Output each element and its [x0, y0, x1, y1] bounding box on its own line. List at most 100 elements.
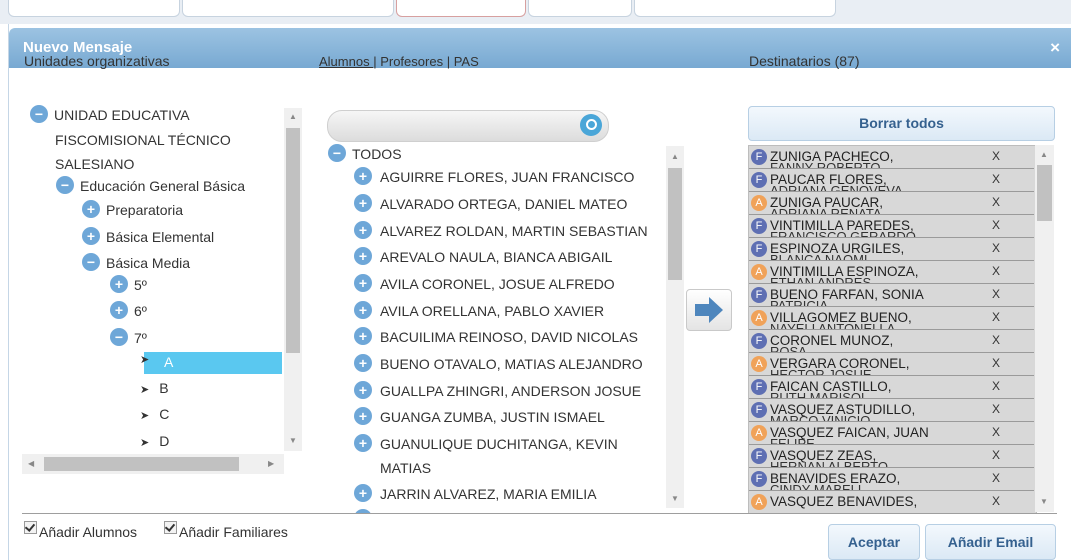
remove-recipient-button[interactable]: X	[992, 425, 1000, 439]
add-icon[interactable]: +	[354, 221, 372, 240]
remove-recipient-button[interactable]: X	[992, 471, 1000, 485]
add-icon[interactable]: +	[354, 274, 372, 293]
scroll-down-icon[interactable]: ▼	[1040, 497, 1048, 506]
tree-node-preparatoria[interactable]: + Preparatoria	[82, 200, 183, 220]
scrollbar-thumb[interactable]	[668, 168, 682, 280]
tab-alumnos[interactable]: Alumnos	[319, 54, 373, 69]
add-email-button[interactable]: Añadir Email	[925, 524, 1056, 560]
list-item[interactable]: + ALVARADO ORTEGA, DANIEL MATEO	[354, 194, 627, 214]
expand-icon[interactable]: +	[82, 227, 100, 246]
remove-recipient-button[interactable]: X	[992, 218, 1000, 232]
tree-node-c[interactable]: ➤ C	[140, 406, 169, 422]
tree-node-6[interactable]: +6º	[110, 301, 147, 321]
collapse-icon[interactable]: −	[56, 176, 74, 195]
remove-recipient-button[interactable]: X	[992, 264, 1000, 278]
recipients-vertical-scrollbar[interactable]: ▲ ▼	[1035, 145, 1054, 512]
list-item[interactable]: + ALVAREZ ROLDAN, MARTIN SEBASTIAN	[354, 221, 648, 241]
add-icon[interactable]: +	[354, 194, 372, 213]
tree-node-b[interactable]: ➤ B	[140, 380, 169, 396]
add-to-recipients-button[interactable]	[686, 289, 732, 331]
list-item[interactable]: + BACUILIMA REINOSO, DAVID NICOLAS	[354, 327, 638, 347]
scroll-up-icon[interactable]: ▲	[289, 112, 297, 121]
checkbox-checked-icon[interactable]	[164, 521, 177, 534]
remove-recipient-button[interactable]: X	[992, 287, 1000, 301]
list-item[interactable]: + AVILA ORELLANA, PABLO XAVIER	[354, 301, 604, 321]
add-family-checkbox[interactable]: Añadir Familiares	[164, 521, 288, 540]
collapse-icon[interactable]: −	[328, 144, 346, 163]
list-item[interactable]: + AGUIRRE FLORES, JUAN FRANCISCO	[354, 167, 634, 187]
arrow-right-icon	[695, 297, 723, 323]
scroll-down-icon[interactable]: ▼	[671, 494, 679, 503]
scroll-right-icon[interactable]: ▶	[268, 459, 274, 468]
accept-button[interactable]: Aceptar	[828, 524, 920, 560]
clear-all-button[interactable]: Borrar todos	[748, 106, 1055, 141]
add-icon[interactable]: +	[354, 247, 372, 266]
remove-recipient-button[interactable]: X	[992, 379, 1000, 393]
collapse-icon[interactable]: −	[82, 253, 100, 272]
tab-profesores[interactable]: Profesores	[377, 54, 447, 69]
collapse-icon[interactable]: −	[110, 328, 128, 347]
remove-recipient-button[interactable]: X	[992, 333, 1000, 347]
remove-recipient-button[interactable]: X	[992, 149, 1000, 163]
scrollbar-thumb[interactable]	[1037, 165, 1052, 221]
add-icon[interactable]: +	[354, 167, 372, 186]
students-vertical-scrollbar[interactable]: ▲ ▼	[666, 146, 684, 508]
add-students-checkbox[interactable]: Añadir Alumnos	[24, 521, 137, 540]
add-icon[interactable]: +	[354, 301, 372, 320]
expand-icon[interactable]: +	[110, 301, 128, 320]
add-icon[interactable]: +	[354, 484, 372, 503]
background-tab[interactable]	[634, 0, 836, 17]
add-icon[interactable]: +	[354, 327, 372, 346]
list-item[interactable]: + BUENO OTAVALO, MATIAS ALEJANDRO	[354, 354, 643, 374]
tree-node-7[interactable]: −7º	[110, 328, 147, 348]
tree-node-basica-elemental[interactable]: + Básica Elemental	[82, 227, 214, 247]
list-item[interactable]: + GUANGA ZUMBA, JUSTIN ISMAEL	[354, 407, 605, 427]
list-item[interactable]: + AREVALO NAULA, BIANCA ABIGAIL	[354, 247, 612, 267]
expand-icon[interactable]: +	[110, 275, 128, 294]
remove-recipient-button[interactable]: X	[992, 241, 1000, 255]
tree-node-a-selected[interactable]: ➤ A	[140, 352, 282, 374]
close-icon[interactable]: ×	[1050, 38, 1060, 58]
scroll-up-icon[interactable]: ▲	[671, 152, 679, 161]
remove-recipient-button[interactable]: X	[992, 402, 1000, 416]
tree-vertical-scrollbar[interactable]: ▲ ▼	[284, 108, 302, 451]
scroll-left-icon[interactable]: ◀	[28, 459, 34, 468]
tab-pas[interactable]: PAS	[450, 54, 479, 69]
tree-node-unidad[interactable]: − UNIDAD EDUCATIVA	[30, 105, 190, 125]
background-tab-active[interactable]	[396, 0, 526, 17]
recipient-name: VASQUEZ BENAVIDES,	[770, 494, 918, 509]
background-tab[interactable]	[182, 0, 394, 17]
background-tab[interactable]	[8, 0, 180, 17]
tree-node-basica-media[interactable]: − Básica Media	[82, 253, 190, 273]
add-icon[interactable]: +	[354, 381, 372, 400]
remove-recipient-button[interactable]: X	[992, 494, 1000, 508]
remove-recipient-button[interactable]: X	[992, 172, 1000, 186]
remove-recipient-button[interactable]: X	[992, 356, 1000, 370]
list-item[interactable]: + JARRIN ALVAREZ, MARIA EMILIA	[354, 484, 597, 504]
expand-icon[interactable]: +	[82, 200, 100, 219]
tree-node-egb[interactable]: − Educación General Básica	[56, 176, 245, 196]
scroll-up-icon[interactable]: ▲	[1040, 150, 1048, 159]
scrollbar-thumb[interactable]	[44, 457, 239, 471]
tree-node-5[interactable]: +5º	[110, 275, 147, 295]
list-item[interactable]: + AVILA CORONEL, JOSUE ALFREDO	[354, 274, 615, 294]
add-icon[interactable]: +	[354, 434, 372, 453]
collapse-icon[interactable]: −	[30, 105, 48, 124]
scroll-down-icon[interactable]: ▼	[289, 436, 297, 445]
remove-recipient-button[interactable]: X	[992, 195, 1000, 209]
tree-node-d[interactable]: ➤ D	[140, 433, 169, 449]
remove-recipient-button[interactable]: X	[992, 310, 1000, 324]
search-icon[interactable]	[580, 114, 602, 136]
tree-node-todos[interactable]: − TODOS	[328, 144, 402, 164]
checkbox-checked-icon[interactable]	[24, 521, 37, 534]
tree-horizontal-scrollbar[interactable]: ◀ ▶	[22, 454, 284, 474]
scrollbar-thumb[interactable]	[286, 128, 300, 353]
list-item[interactable]: + GUALLPA ZHINGRI, ANDERSON JOSUE	[354, 381, 641, 401]
remove-recipient-button[interactable]: X	[992, 448, 1000, 462]
student-badge-icon: A	[751, 310, 767, 326]
background-tab[interactable]	[528, 0, 632, 17]
add-icon[interactable]: +	[354, 407, 372, 426]
add-icon[interactable]: +	[354, 354, 372, 373]
search-field[interactable]	[327, 110, 609, 142]
list-item[interactable]: + GUANULIQUE DUCHITANGA, KEVIN	[354, 434, 618, 454]
